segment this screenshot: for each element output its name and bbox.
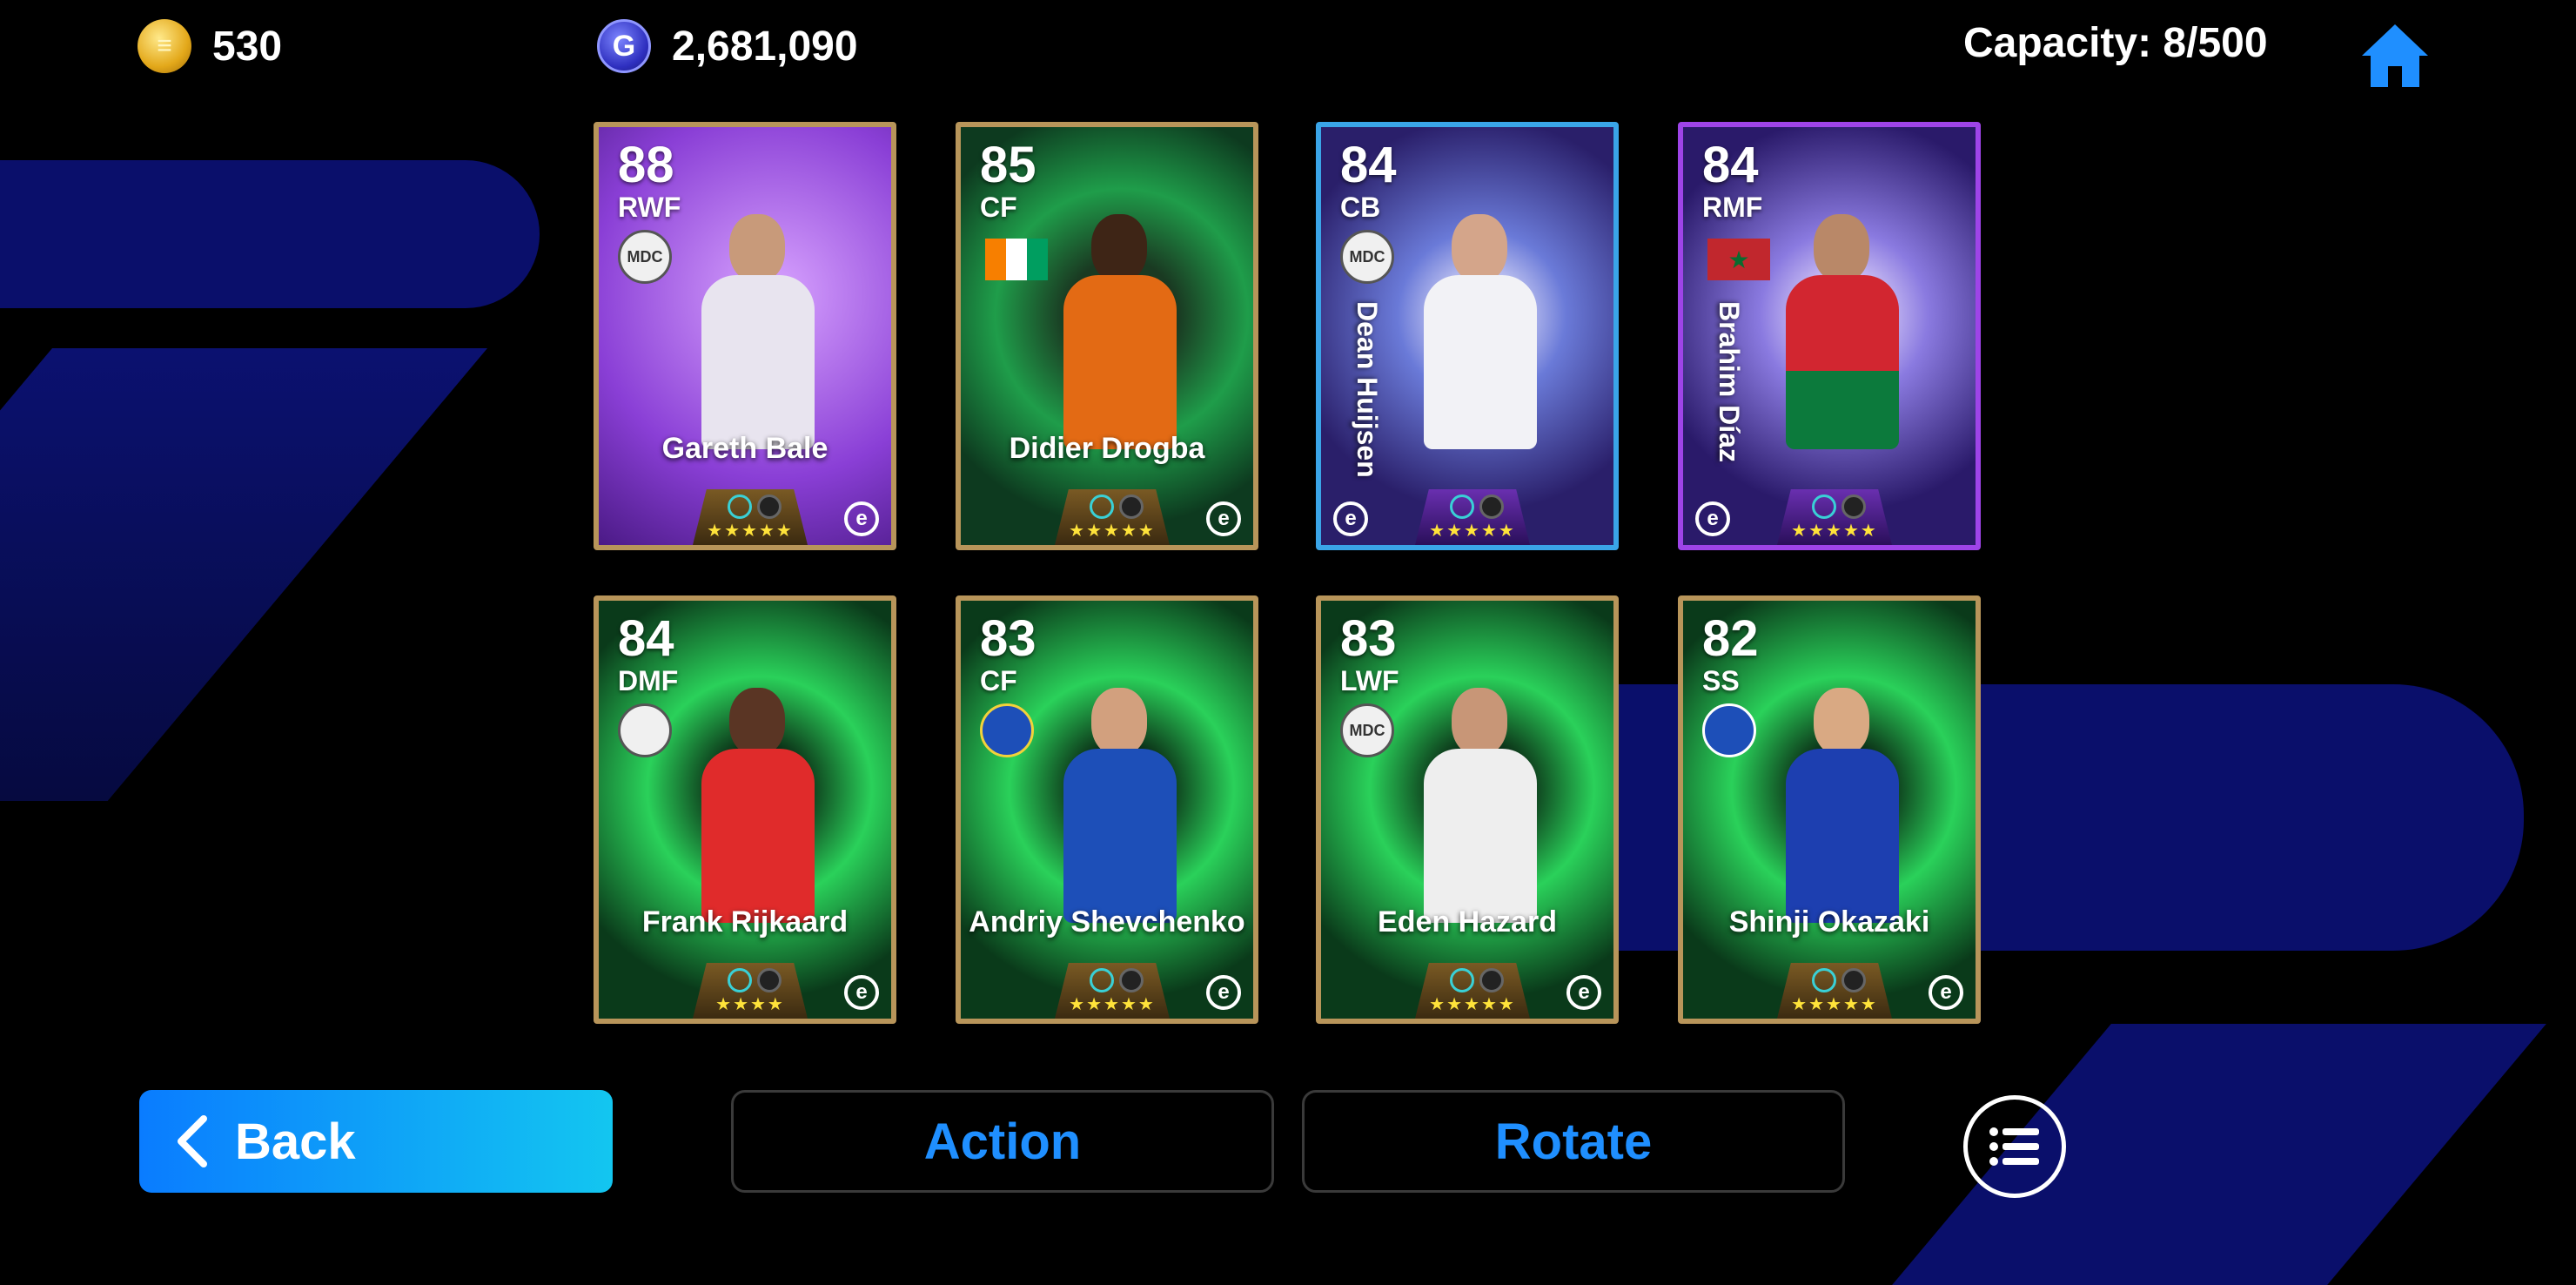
player-image (1039, 197, 1187, 458)
card-footer: ★★★★★ (1055, 489, 1170, 545)
card-name: Shinji Okazaki (1728, 905, 1930, 939)
efootball-logo-icon: e (1206, 975, 1241, 1010)
gp-display[interactable]: G 2,681,090 (597, 19, 858, 73)
list-menu-icon (1989, 1127, 2039, 1166)
card-footer: ★★★★★ (1055, 963, 1170, 1019)
card-footer: ★★★★ (693, 963, 808, 1019)
card-name: Eden Hazard (1378, 905, 1557, 939)
card-name: Brahim Díaz (1714, 301, 1745, 462)
player-image (1039, 670, 1187, 932)
card-name: Didier Drogba (1009, 432, 1205, 465)
capacity-label: Capacity: 8/500 (1963, 19, 2268, 67)
card-footer: ★★★★★ (693, 489, 808, 545)
efootball-logo-icon: e (1566, 975, 1601, 1010)
player-card[interactable]: 84 RMF ★ Brahim Díaz ★★★★★ e (1678, 122, 1981, 550)
badge-text: MDC (627, 247, 663, 266)
back-label: Back (235, 1113, 356, 1170)
player-card[interactable]: 85 CF Didier Drogba ★★★★★ e (956, 122, 1258, 550)
card-name: Andriy Shevchenko (969, 905, 1245, 939)
star-rating: ★★★★★ (1069, 521, 1156, 541)
card-footer: ★★★★★ (1415, 489, 1530, 545)
player-image (1761, 670, 1909, 932)
card-footer: ★★★★★ (1415, 963, 1530, 1019)
star-rating: ★★★★★ (1429, 521, 1516, 541)
player-card[interactable]: 83 LWF MDC Eden Hazard ★★★★★ e (1316, 595, 1619, 1024)
card-rating: 82 (1702, 610, 1759, 667)
card-position: LWF (1340, 665, 1399, 696)
card-rating: 83 (1340, 610, 1397, 667)
player-image (1399, 670, 1547, 932)
card-rating: 84 (1340, 137, 1397, 193)
action-label: Action (923, 1113, 1082, 1170)
rotate-button[interactable]: Rotate (1302, 1090, 1845, 1193)
card-name: Gareth Bale (661, 432, 828, 465)
efootball-logo-icon: e (844, 975, 879, 1010)
action-button[interactable]: Action (731, 1090, 1274, 1193)
card-position: CB (1340, 192, 1381, 223)
star-rating: ★★★★★ (1791, 995, 1878, 1014)
efootball-logo-icon: e (1695, 501, 1730, 536)
efootball-logo-icon: e (844, 501, 879, 536)
player-image (1761, 197, 1909, 458)
efootball-logo-icon: e (1929, 975, 1963, 1010)
player-card[interactable]: 88 RWF MDC Gareth Bale ★★★★★ e (594, 122, 896, 550)
capacity-text: Capacity: 8/500 (1963, 20, 2268, 66)
card-position: CF (980, 665, 1017, 696)
card-rating: 84 (618, 610, 674, 667)
player-image (677, 670, 825, 932)
star-rating: ★★★★★ (1069, 995, 1156, 1014)
chevron-left-icon (178, 1115, 207, 1167)
coins-value: 530 (212, 23, 283, 70)
efootball-logo-icon: e (1333, 501, 1368, 536)
flag-icon (985, 239, 1048, 280)
card-rating: 88 (618, 137, 674, 193)
card-footer: ★★★★★ (1777, 963, 1892, 1019)
coin-icon: ≡ (138, 19, 191, 73)
card-footer: ★★★★★ (1777, 489, 1892, 545)
club-badge (1702, 703, 1756, 757)
club-badge: MDC (1340, 230, 1394, 284)
gp-value: 2,681,090 (672, 23, 858, 70)
star-rating: ★★★★★ (1429, 995, 1516, 1014)
club-badge: MDC (1340, 703, 1394, 757)
club-badge (618, 703, 672, 757)
card-position: SS (1702, 665, 1740, 696)
card-position: RWF (618, 192, 681, 223)
card-position: DMF (618, 665, 679, 696)
player-card[interactable]: 84 CB MDC Dean Huijsen ★★★★★ e (1316, 122, 1619, 550)
flag-icon: ★ (1707, 239, 1770, 280)
card-rating: 84 (1702, 137, 1759, 193)
player-image (677, 197, 825, 458)
badge-text: MDC (1349, 247, 1385, 266)
star-rating: ★★★★★ (1791, 521, 1878, 541)
home-icon[interactable] (2358, 19, 2432, 92)
background-shape (0, 348, 487, 801)
badge-text: MDC (1349, 721, 1385, 739)
player-card[interactable]: 83 CF Andriy Shevchenko ★★★★★ e (956, 595, 1258, 1024)
card-name: Frank Rijkaard (641, 905, 849, 939)
background-shape (0, 160, 540, 308)
card-position: CF (980, 192, 1017, 223)
card-rating: 85 (980, 137, 1036, 193)
club-badge (980, 703, 1034, 757)
star-rating: ★★★★★ (707, 521, 794, 541)
player-card[interactable]: 84 DMF Frank Rijkaard ★★★★ e (594, 595, 896, 1024)
coins-display[interactable]: ≡ 530 (138, 19, 282, 73)
back-button[interactable]: Back (139, 1090, 613, 1193)
efootball-logo-icon: e (1206, 501, 1241, 536)
player-image (1399, 197, 1547, 458)
list-menu-button[interactable] (1963, 1095, 2066, 1198)
gp-icon: G (597, 19, 651, 73)
club-badge: MDC (618, 230, 672, 284)
card-name: Dean Huijsen (1352, 301, 1383, 478)
player-card[interactable]: 82 SS Shinji Okazaki ★★★★★ e (1678, 595, 1981, 1024)
star-rating: ★★★★ (715, 995, 785, 1014)
rotate-label: Rotate (1494, 1113, 1653, 1170)
card-rating: 83 (980, 610, 1036, 667)
card-position: RMF (1702, 192, 1763, 223)
